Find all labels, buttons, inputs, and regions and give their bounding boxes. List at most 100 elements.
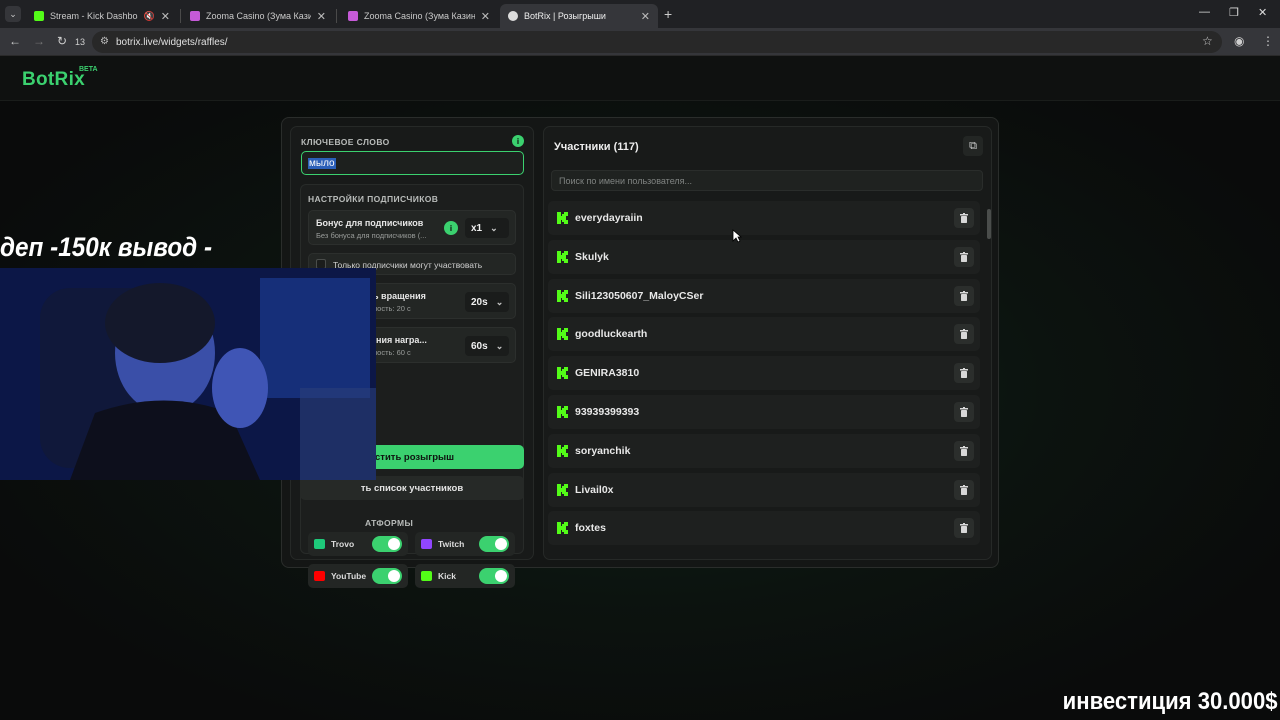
participant-row: 93939399393 bbox=[548, 395, 980, 429]
kick-icon bbox=[557, 289, 568, 302]
trash-icon bbox=[960, 523, 968, 534]
reward-duration-title: ения награ... bbox=[371, 335, 427, 345]
reward-duration-select[interactable]: 60s ⌄ bbox=[465, 336, 509, 356]
participant-row: Skulyk bbox=[548, 239, 980, 274]
keyword-info-icon[interactable]: i bbox=[512, 135, 524, 147]
tab-close-icon[interactable]: ✕ bbox=[481, 10, 490, 23]
delete-participant-button[interactable] bbox=[954, 363, 974, 384]
beta-badge: BETA bbox=[79, 66, 98, 73]
tab-kick-dashboard[interactable]: Stream - Kick Dashboard 🔇 ✕ bbox=[26, 4, 178, 28]
participant-row: Sili123050607_MaloyCSer bbox=[548, 278, 980, 313]
participant-row: foxtes bbox=[548, 511, 980, 546]
twitch-toggle[interactable] bbox=[479, 536, 509, 552]
trovo-toggle[interactable] bbox=[372, 536, 402, 552]
raffle-widget-panel: КЛЮЧЕВОЕ СЛОВО i мыло НАСТРОЙКИ ПОДПИСЧИ… bbox=[281, 117, 999, 588]
browser-tab-bar: ⌄ Stream - Kick Dashboard 🔇 ✕ Zooma Casi… bbox=[0, 0, 1280, 28]
tab-botrix-raffles[interactable]: BotRix | Розыгрыши ✕ bbox=[500, 4, 658, 28]
restore-window-icon[interactable]: ❐ bbox=[1229, 6, 1239, 19]
participant-username: 93939399393 bbox=[575, 406, 640, 418]
close-window-icon[interactable]: ✕ bbox=[1258, 6, 1267, 19]
chevron-down-icon: ⌄ bbox=[495, 296, 504, 307]
delete-participant-button[interactable] bbox=[954, 324, 974, 345]
kick-icon bbox=[557, 212, 568, 224]
trash-icon bbox=[960, 329, 968, 340]
trash-icon bbox=[960, 484, 968, 495]
tab-close-icon[interactable]: ✕ bbox=[641, 10, 650, 23]
participant-row: soryanchik bbox=[548, 433, 980, 468]
kick-icon bbox=[557, 483, 568, 496]
stream-overlay-top-text: деп -150к вывод - bbox=[0, 232, 213, 262]
bonus-info-icon[interactable]: i bbox=[444, 221, 458, 235]
delete-participant-button[interactable] bbox=[954, 479, 974, 500]
youtube-toggle[interactable] bbox=[372, 568, 402, 584]
participant-list-scrollbar[interactable] bbox=[987, 209, 991, 239]
delete-participant-button[interactable] bbox=[954, 285, 974, 306]
reward-duration-description: ность: 60 с bbox=[373, 348, 411, 357]
browser-toolbar: ← → ↻ 13 ⚙ botrix.live/widgets/raffles/ … bbox=[0, 28, 1280, 56]
kick-toggle[interactable] bbox=[479, 568, 509, 584]
webcam-overlay bbox=[0, 268, 376, 480]
muted-speaker-icon[interactable]: 🔇 bbox=[144, 11, 155, 22]
trash-icon bbox=[960, 407, 968, 417]
tab-zooma-casino-2[interactable]: Zooma Casino (Зума Казино) о ✕ bbox=[340, 4, 498, 28]
site-info-icon[interactable]: ⚙ bbox=[100, 36, 109, 47]
site-header: BotRix BETA bbox=[0, 56, 1280, 101]
spin-duration-description: ность: 20 с bbox=[373, 304, 411, 313]
bookmark-star-icon[interactable]: ☆ bbox=[1202, 34, 1213, 48]
kick-icon bbox=[557, 328, 568, 341]
platforms-label: АТФОРМЫ bbox=[365, 518, 414, 528]
stream-overlay-bottom-text: инвестиция 30.000$ bbox=[1063, 688, 1278, 715]
back-arrow-icon[interactable]: ← bbox=[9, 34, 21, 48]
zooma-favicon-icon bbox=[190, 11, 200, 21]
subscriber-settings-title: НАСТРОЙКИ ПОДПИСЧИКОВ bbox=[308, 194, 439, 204]
delete-participant-button[interactable] bbox=[954, 402, 974, 422]
participant-username: everydayraiin bbox=[575, 212, 643, 224]
tab-search-button[interactable]: ⌄ bbox=[5, 6, 21, 22]
delete-participant-button[interactable] bbox=[954, 518, 974, 539]
kick-icon bbox=[557, 406, 568, 418]
participant-username: goodluckearth bbox=[575, 328, 648, 341]
keyword-value: мыло bbox=[308, 157, 336, 169]
platform-youtube: YouTube bbox=[308, 564, 408, 588]
reload-count: 13 bbox=[75, 37, 86, 47]
minimize-window-icon[interactable]: — bbox=[1199, 6, 1210, 18]
delete-participant-button[interactable] bbox=[954, 440, 974, 461]
botrix-logo[interactable]: BotRix bbox=[22, 69, 85, 91]
bonus-multiplier-select[interactable]: x1 ⌄ bbox=[465, 218, 509, 238]
tab-zooma-casino-1[interactable]: Zooma Casino (Зума Казино) о ✕ bbox=[182, 4, 334, 28]
address-bar[interactable]: ⚙ botrix.live/widgets/raffles/ bbox=[92, 31, 1222, 53]
tab-close-icon[interactable]: ✕ bbox=[161, 10, 170, 23]
profile-icon[interactable]: ◉ bbox=[1234, 34, 1244, 48]
spin-duration-select[interactable]: 20s ⌄ bbox=[465, 292, 509, 312]
chevron-down-icon: ⌄ bbox=[490, 222, 498, 233]
mouse-cursor-icon bbox=[732, 229, 742, 243]
platform-twitch: Twitch bbox=[415, 532, 515, 556]
participant-username: Skulyk bbox=[575, 250, 609, 263]
tab-close-icon[interactable]: ✕ bbox=[317, 10, 326, 23]
chevron-down-icon: ⌄ bbox=[495, 340, 504, 351]
participant-username: soryanchik bbox=[575, 444, 631, 457]
trash-icon bbox=[960, 445, 968, 456]
new-tab-plus-icon[interactable]: + bbox=[664, 6, 672, 22]
kick-icon bbox=[557, 250, 568, 263]
copy-icon[interactable]: ⧉ bbox=[963, 136, 983, 156]
botrix-favicon-icon bbox=[508, 11, 518, 21]
keyword-input[interactable]: мыло bbox=[301, 151, 524, 175]
bonus-title: Бонус для подписчиков bbox=[316, 218, 424, 228]
kick-favicon-icon bbox=[34, 11, 44, 21]
bonus-description: Без бонуса для подписчиков (... bbox=[316, 231, 427, 240]
kick-icon bbox=[557, 522, 568, 535]
participant-search-input[interactable] bbox=[551, 170, 983, 191]
page-content: BotRix BETA КЛЮЧЕВОЕ СЛОВО i мыло НАСТРО… bbox=[0, 56, 1280, 720]
keyword-label: КЛЮЧЕВОЕ СЛОВО bbox=[301, 137, 390, 147]
delete-participant-button[interactable] bbox=[954, 208, 974, 228]
reload-icon[interactable]: ↻ bbox=[57, 34, 67, 48]
zooma-favicon-icon bbox=[348, 11, 358, 21]
participant-row: GENIRA3810 bbox=[548, 356, 980, 391]
participant-row: Livail0x bbox=[548, 472, 980, 507]
delete-participant-button[interactable] bbox=[954, 246, 974, 267]
forward-arrow-icon[interactable]: → bbox=[33, 34, 45, 48]
menu-dots-icon[interactable]: ⋮ bbox=[1262, 34, 1274, 48]
participant-username: foxtes bbox=[575, 522, 606, 535]
youtube-icon bbox=[314, 571, 325, 581]
